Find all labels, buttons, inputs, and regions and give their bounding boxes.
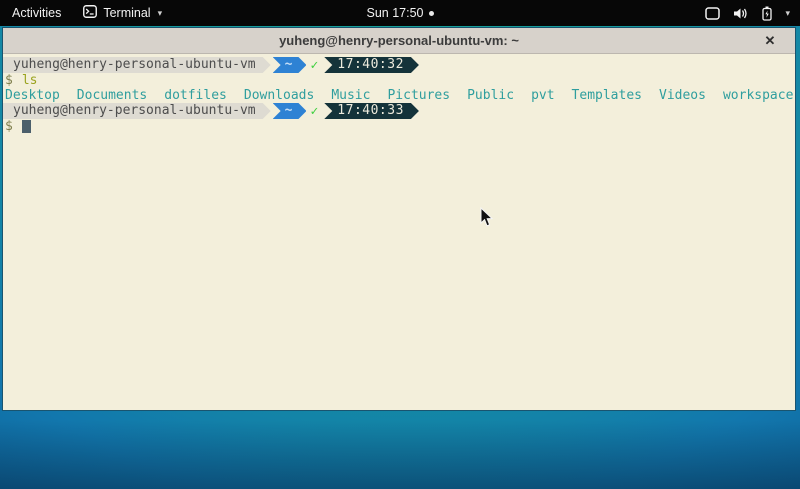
- directory-item: Templates: [572, 88, 642, 103]
- close-button[interactable]: ✕: [759, 28, 781, 54]
- current-command-line[interactable]: $: [3, 119, 795, 134]
- prompt-time-segment: 17:40:32: [324, 57, 419, 73]
- terminal-window: yuheng@henry-personal-ubuntu-vm: ~ ✕ yuh…: [2, 27, 796, 411]
- prompt-host-segment: yuheng@henry-personal-ubuntu-vm: [3, 103, 271, 119]
- prompt-symbol: $: [3, 73, 13, 88]
- app-menu-label: Terminal: [103, 6, 150, 20]
- volume-icon: [733, 7, 749, 20]
- chevron-down-icon: ▾: [785, 8, 790, 19]
- clock-label: Sun 17:50: [367, 6, 424, 20]
- battery-charging-icon: [762, 6, 772, 21]
- titlebar[interactable]: yuheng@henry-personal-ubuntu-vm: ~ ✕: [3, 28, 795, 54]
- activities-button[interactable]: Activities: [0, 0, 73, 26]
- directory-item: Downloads: [244, 88, 314, 103]
- window-title: yuheng@henry-personal-ubuntu-vm: ~: [279, 33, 519, 48]
- chevron-down-icon: ▾: [158, 8, 163, 19]
- directory-item: pvt: [531, 88, 554, 103]
- directory-item: Documents: [77, 88, 147, 103]
- system-tray[interactable]: ▾: [705, 0, 800, 26]
- command-line: $ ls: [3, 73, 795, 88]
- prompt-time-segment: 17:40:33: [324, 103, 419, 119]
- prompt-line-2: yuheng@henry-personal-ubuntu-vm ~ ✓ 17:4…: [3, 103, 795, 119]
- directory-item: Public: [467, 88, 514, 103]
- terminal-content[interactable]: yuheng@henry-personal-ubuntu-vm ~ ✓ 17:4…: [3, 54, 795, 410]
- mouse-pointer-icon: [480, 207, 494, 233]
- directory-item: workspace: [723, 88, 793, 103]
- directory-item: Desktop: [5, 88, 60, 103]
- prompt-path-segment: ~: [273, 103, 307, 119]
- directory-item: Videos: [659, 88, 706, 103]
- display-icon: [705, 7, 720, 20]
- directory-item: dotfiles: [164, 88, 227, 103]
- prompt-symbol: $: [3, 119, 13, 134]
- typed-command: ls: [22, 73, 38, 88]
- directory-item: Pictures: [387, 88, 450, 103]
- app-menu-terminal[interactable]: Terminal ▾: [73, 0, 172, 26]
- top-bar: Activities Terminal ▾ Sun 17:50: [0, 0, 800, 26]
- prompt-host-segment: yuheng@henry-personal-ubuntu-vm: [3, 57, 271, 73]
- directory-item: Music: [331, 88, 370, 103]
- terminal-app-icon: [83, 5, 97, 21]
- prompt-path-segment: ~: [273, 57, 307, 73]
- check-icon: ✓: [310, 58, 318, 73]
- check-icon: ✓: [310, 104, 318, 119]
- notification-dot-icon: [429, 11, 434, 16]
- ls-output: Desktop Documents dotfiles Downloads Music Pi…: [3, 88, 795, 103]
- prompt-line-1: yuheng@henry-personal-ubuntu-vm ~ ✓ 17:4…: [3, 57, 795, 73]
- activities-label: Activities: [12, 6, 61, 20]
- terminal-cursor: [22, 120, 31, 133]
